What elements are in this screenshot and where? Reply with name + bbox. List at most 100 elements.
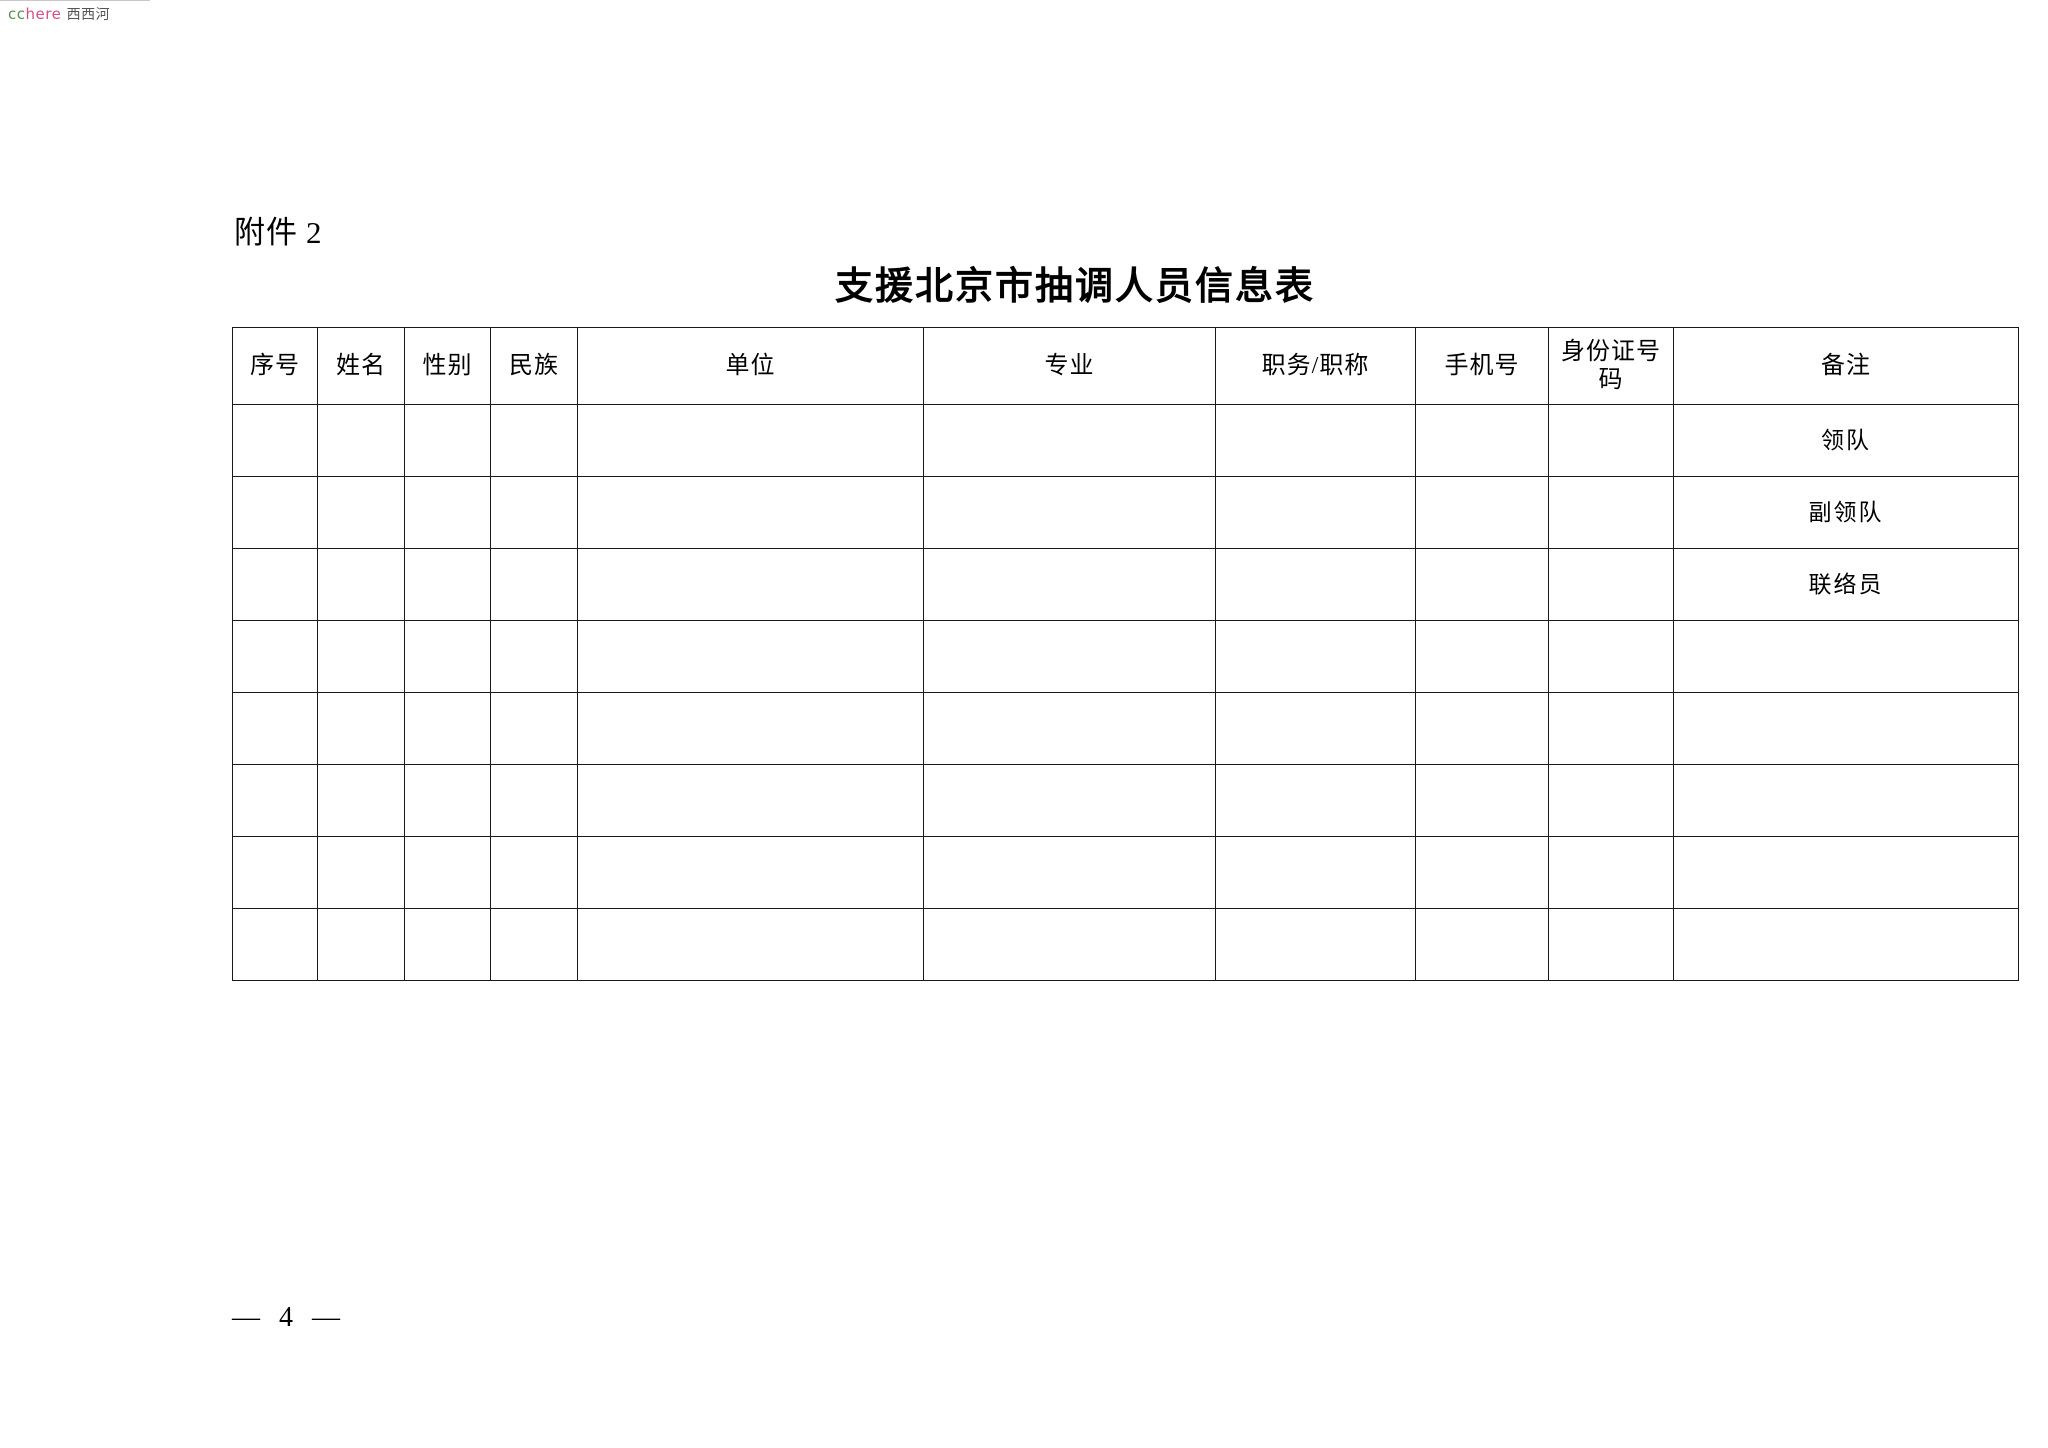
cell-title[interactable]	[1215, 764, 1416, 837]
watermark-here: here	[25, 5, 62, 23]
cell-remark[interactable]: 副领队	[1673, 476, 2019, 549]
cell-name[interactable]	[317, 476, 405, 549]
header-divider	[0, 0, 150, 1]
cell-major[interactable]	[923, 908, 1216, 981]
site-watermark: cchere 西西河	[8, 5, 110, 24]
cell-title[interactable]	[1215, 404, 1416, 477]
cell-unit[interactable]	[577, 692, 924, 765]
cell-title[interactable]	[1215, 548, 1416, 621]
cell-ethnic[interactable]	[490, 404, 578, 477]
cell-phone[interactable]	[1415, 476, 1549, 549]
personnel-info-table: 序号 姓名 性别 民族 单位 专业 职务/职称 手机号 身份证号码 备注 领队副…	[232, 327, 2019, 981]
cell-phone[interactable]	[1415, 836, 1549, 909]
table-row: 联络员	[232, 548, 2019, 621]
cell-name[interactable]	[317, 908, 405, 981]
cell-name[interactable]	[317, 620, 405, 693]
cell-phone[interactable]	[1415, 908, 1549, 981]
cell-gender[interactable]	[404, 548, 491, 621]
cell-idcard[interactable]	[1548, 908, 1674, 981]
cell-unit[interactable]	[577, 764, 924, 837]
cell-name[interactable]	[317, 404, 405, 477]
cell-name[interactable]	[317, 764, 405, 837]
cell-remark[interactable]	[1673, 620, 2019, 693]
cell-gender[interactable]	[404, 620, 491, 693]
cell-remark[interactable]: 联络员	[1673, 548, 2019, 621]
cell-gender[interactable]	[404, 692, 491, 765]
cell-idcard[interactable]	[1548, 404, 1674, 477]
cell-seq[interactable]	[232, 764, 318, 837]
cell-name[interactable]	[317, 836, 405, 909]
cell-phone[interactable]	[1415, 692, 1549, 765]
table-row	[232, 620, 2019, 693]
cell-name[interactable]	[317, 548, 405, 621]
cell-phone[interactable]	[1415, 548, 1549, 621]
table-row	[232, 836, 2019, 909]
watermark-site-name: 西西河	[66, 7, 111, 23]
cell-title[interactable]	[1215, 620, 1416, 693]
cell-seq[interactable]	[232, 548, 318, 621]
cell-title[interactable]	[1215, 836, 1416, 909]
cell-gender[interactable]	[404, 404, 491, 477]
cell-phone[interactable]	[1415, 620, 1549, 693]
column-header-major: 专业	[923, 327, 1216, 405]
cell-unit[interactable]	[577, 404, 924, 477]
cell-ethnic[interactable]	[490, 548, 578, 621]
page-title: 支援北京市抽调人员信息表	[834, 263, 1315, 308]
cell-ethnic[interactable]	[490, 692, 578, 765]
cell-seq[interactable]	[232, 404, 318, 477]
cell-seq[interactable]	[232, 836, 318, 909]
cell-seq[interactable]	[232, 476, 318, 549]
cell-title[interactable]	[1215, 908, 1416, 981]
cell-gender[interactable]	[404, 764, 491, 837]
column-header-name: 姓名	[317, 327, 405, 405]
table-row: 副领队	[232, 476, 2019, 549]
cell-remark[interactable]: 领队	[1673, 404, 2019, 477]
cell-remark[interactable]	[1673, 908, 2019, 981]
cell-idcard[interactable]	[1548, 764, 1674, 837]
cell-seq[interactable]	[232, 908, 318, 981]
cell-gender[interactable]	[404, 476, 491, 549]
cell-major[interactable]	[923, 764, 1216, 837]
cell-seq[interactable]	[232, 620, 318, 693]
column-header-seq: 序号	[232, 327, 318, 405]
cell-ethnic[interactable]	[490, 908, 578, 981]
column-header-unit: 单位	[577, 327, 924, 405]
cell-ethnic[interactable]	[490, 476, 578, 549]
cell-remark[interactable]	[1673, 764, 2019, 837]
cell-title[interactable]	[1215, 692, 1416, 765]
cell-phone[interactable]	[1415, 404, 1549, 477]
cell-major[interactable]	[923, 404, 1216, 477]
cell-idcard[interactable]	[1548, 620, 1674, 693]
cell-title[interactable]	[1215, 476, 1416, 549]
cell-seq[interactable]	[232, 692, 318, 765]
cell-unit[interactable]	[577, 620, 924, 693]
column-header-ethnic: 民族	[490, 327, 578, 405]
cell-gender[interactable]	[404, 908, 491, 981]
cell-unit[interactable]	[577, 836, 924, 909]
cell-ethnic[interactable]	[490, 764, 578, 837]
table-body: 领队 副领队 联络员	[232, 404, 2019, 981]
cell-major[interactable]	[923, 548, 1216, 621]
cell-gender[interactable]	[404, 836, 491, 909]
cell-remark[interactable]	[1673, 692, 2019, 765]
cell-idcard[interactable]	[1548, 692, 1674, 765]
cell-major[interactable]	[923, 620, 1216, 693]
table-row	[232, 908, 2019, 981]
cell-ethnic[interactable]	[490, 836, 578, 909]
cell-unit[interactable]	[577, 548, 924, 621]
cell-major[interactable]	[923, 692, 1216, 765]
cell-remark[interactable]	[1673, 836, 2019, 909]
cell-unit[interactable]	[577, 908, 924, 981]
column-header-gender: 性别	[404, 327, 491, 405]
watermark-cc: cc	[8, 5, 26, 23]
cell-ethnic[interactable]	[490, 620, 578, 693]
cell-unit[interactable]	[577, 476, 924, 549]
table-header-row: 序号 姓名 性别 民族 单位 专业 职务/职称 手机号 身份证号码 备注	[232, 327, 2019, 405]
cell-major[interactable]	[923, 476, 1216, 549]
cell-idcard[interactable]	[1548, 548, 1674, 621]
cell-major[interactable]	[923, 836, 1216, 909]
cell-idcard[interactable]	[1548, 836, 1674, 909]
cell-idcard[interactable]	[1548, 476, 1674, 549]
cell-name[interactable]	[317, 692, 405, 765]
cell-phone[interactable]	[1415, 764, 1549, 837]
